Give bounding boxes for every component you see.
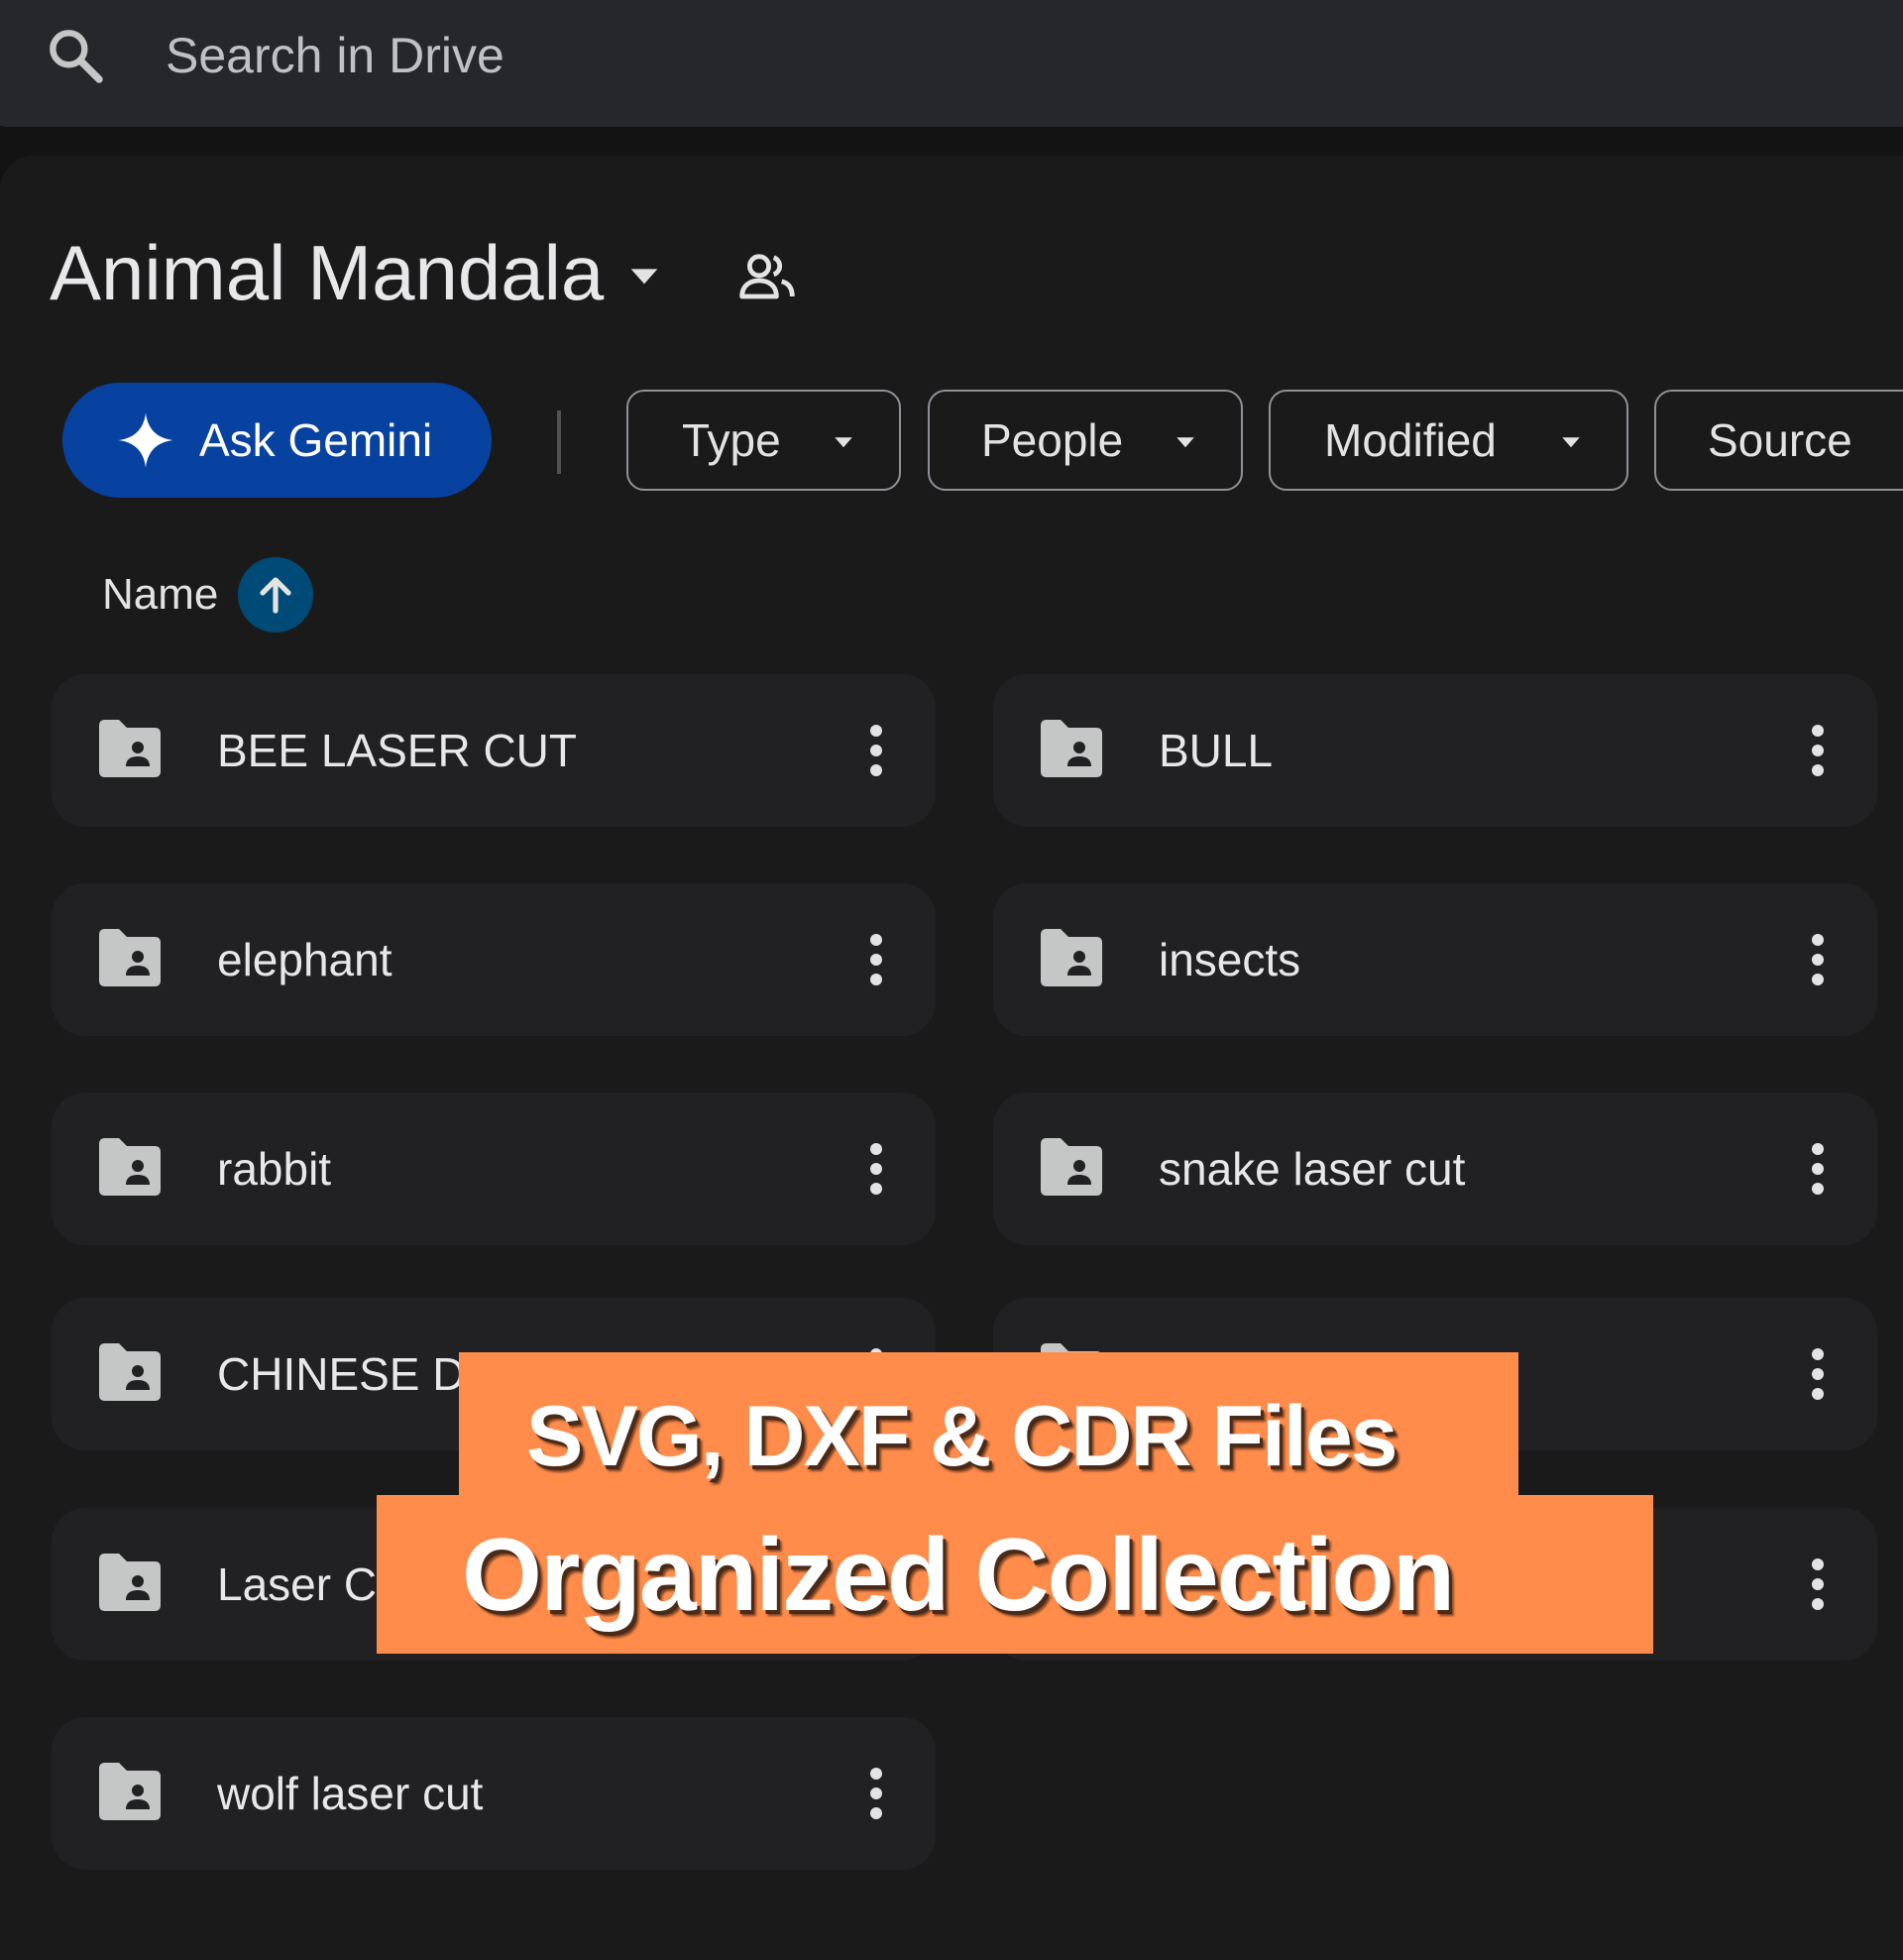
filter-source-chip[interactable]: Source bbox=[1654, 390, 1903, 491]
chevron-down-icon bbox=[1562, 437, 1580, 448]
shared-people-icon bbox=[739, 254, 795, 299]
filter-people-chip[interactable]: People bbox=[928, 390, 1243, 491]
folder-tile[interactable]: insects bbox=[993, 883, 1877, 1036]
search-icon[interactable] bbox=[44, 24, 107, 87]
shared-folder-icon bbox=[1041, 720, 1102, 777]
more-vert-icon[interactable] bbox=[864, 723, 888, 778]
filter-type-chip[interactable]: Type bbox=[626, 390, 901, 491]
folder-tile[interactable]: BULL bbox=[993, 674, 1877, 827]
sort-direction-button[interactable] bbox=[238, 557, 313, 633]
shared-folder-icon bbox=[99, 929, 161, 986]
folder-name: BULL bbox=[1159, 725, 1274, 776]
sort-name-label[interactable]: Name bbox=[102, 565, 218, 625]
folder-tile[interactable]: wolf laser cut bbox=[52, 1717, 936, 1870]
folder-name: CHINESE DR bbox=[217, 1348, 499, 1400]
folder-name: wolf laser cut bbox=[217, 1768, 484, 1819]
folder-name: insects bbox=[1159, 934, 1301, 985]
more-vert-icon[interactable] bbox=[1806, 1346, 1830, 1402]
shared-folder-icon bbox=[1041, 929, 1102, 986]
folder-name: snake laser cut bbox=[1159, 1143, 1466, 1195]
chevron-down-icon bbox=[835, 437, 852, 448]
banner-subheadline: Organized Collection bbox=[462, 1518, 1455, 1633]
more-vert-icon[interactable] bbox=[1806, 932, 1830, 987]
toolbar-divider bbox=[557, 410, 561, 474]
shared-folder-icon bbox=[99, 720, 161, 777]
more-vert-icon[interactable] bbox=[864, 1766, 888, 1821]
more-vert-icon[interactable] bbox=[1806, 1556, 1830, 1612]
banner-headline: SVG, DXF & CDR Files bbox=[526, 1389, 1398, 1484]
filter-modified-label: Modified bbox=[1324, 414, 1497, 466]
filter-modified-chip[interactable]: Modified bbox=[1269, 390, 1628, 491]
caret-down-icon[interactable] bbox=[624, 256, 664, 295]
more-vert-icon[interactable] bbox=[1806, 1141, 1830, 1197]
search-input[interactable]: Search in Drive bbox=[166, 24, 504, 87]
more-vert-icon[interactable] bbox=[1806, 723, 1830, 778]
ask-gemini-button[interactable]: Ask Gemini bbox=[62, 383, 492, 498]
folder-tile[interactable]: BEE LASER CUT bbox=[52, 674, 936, 827]
folder-tile[interactable]: snake laser cut bbox=[993, 1093, 1877, 1245]
page-title[interactable]: Animal Mandala bbox=[50, 223, 604, 322]
ask-gemini-label: Ask Gemini bbox=[199, 414, 433, 466]
folder-name: BEE LASER CUT bbox=[217, 725, 577, 776]
folder-name: rabbit bbox=[217, 1143, 332, 1195]
filter-type-label: Type bbox=[682, 414, 781, 466]
arrow-up-icon bbox=[260, 577, 291, 614]
folder-tile[interactable]: elephant bbox=[52, 883, 936, 1036]
folder-name: Laser Cu bbox=[217, 1558, 402, 1610]
shared-folder-icon bbox=[99, 1554, 161, 1611]
filter-source-label: Source bbox=[1708, 414, 1852, 466]
shared-folder-icon bbox=[99, 1138, 161, 1196]
filter-people-label: People bbox=[981, 414, 1124, 466]
shared-folder-icon bbox=[99, 1763, 161, 1820]
chevron-down-icon bbox=[1176, 437, 1194, 448]
more-vert-icon[interactable] bbox=[864, 1141, 888, 1197]
shared-folder-icon bbox=[1041, 1138, 1102, 1196]
gemini-sparkle-icon bbox=[118, 412, 173, 468]
shared-folder-icon bbox=[99, 1343, 161, 1401]
folder-tile[interactable]: rabbit bbox=[52, 1093, 936, 1245]
folder-name: elephant bbox=[217, 934, 392, 985]
more-vert-icon[interactable] bbox=[864, 932, 888, 987]
